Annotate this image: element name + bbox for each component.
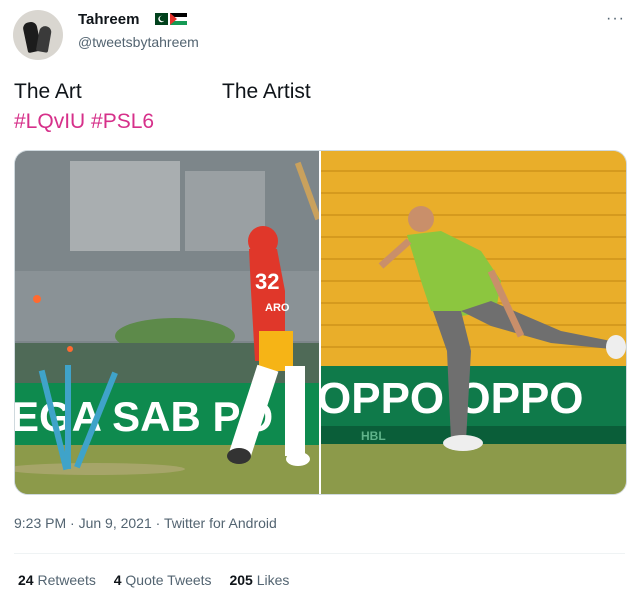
board-text-right: HBL: [361, 429, 386, 443]
tweet-meta: 9:23 PM · Jun 9, 2021 · Twitter for Andr…: [14, 515, 277, 531]
likes-count: 205: [229, 572, 253, 588]
hashtag-psl6[interactable]: #PSL6: [91, 110, 154, 133]
quote-tweets-count: 4: [113, 572, 122, 588]
jersey-number: 32: [255, 269, 279, 294]
more-options-icon[interactable]: ···: [606, 10, 625, 28]
hashtag-line: #LQvIU #PSL6: [14, 110, 154, 134]
bowler-photo-illustration: OPPO OPPO HBL: [321, 151, 626, 494]
jersey-name: ARO: [265, 302, 290, 314]
quote-tweets-label: Quote Tweets: [125, 572, 212, 588]
photo-batsman-bowled[interactable]: EGA SAB PO 32 ARO: [15, 151, 319, 494]
tweet-text-left: The Art: [14, 80, 82, 103]
meta-separator: ·: [151, 515, 164, 531]
hashtag-lqviu[interactable]: #LQvIU: [14, 110, 85, 133]
tweet-text-right: The Artist: [222, 80, 311, 103]
stats-divider: [14, 553, 625, 554]
tweet-stats: 24 Retweets 4 Quote Tweets 205 Likes: [18, 572, 303, 588]
user-handle[interactable]: @tweetsbytahreem: [78, 34, 199, 50]
tweet-timestamp[interactable]: 9:23 PM · Jun 9, 2021: [14, 515, 152, 531]
likes-stat[interactable]: 205 Likes: [229, 572, 289, 588]
pakistan-flag-icon: [151, 13, 168, 25]
display-name[interactable]: Tahreem: [78, 11, 139, 28]
quote-tweets-stat[interactable]: 4 Quote Tweets: [114, 572, 212, 588]
retweets-stat[interactable]: 24 Retweets: [18, 572, 96, 588]
avatar[interactable]: [13, 10, 63, 60]
tweet-media[interactable]: EGA SAB PO 32 ARO OPPO OPPO HBL: [14, 150, 627, 495]
retweets-label: Retweets: [37, 572, 96, 588]
tweet-source[interactable]: Twitter for Android: [164, 515, 277, 531]
batsman-photo-illustration: EGA SAB PO 32 ARO: [15, 151, 319, 494]
likes-label: Likes: [256, 572, 290, 588]
retweets-count: 24: [18, 572, 34, 588]
palestine-flag-icon: [170, 13, 187, 25]
photo-bowler-delivery[interactable]: OPPO OPPO HBL: [321, 151, 626, 494]
